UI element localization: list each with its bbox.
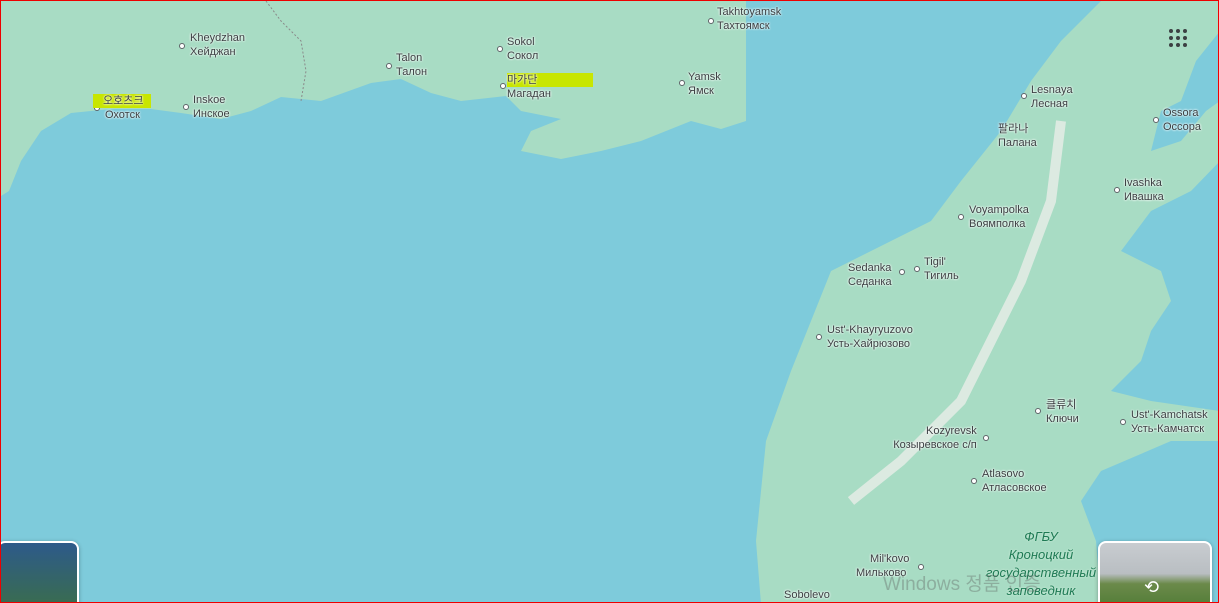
place-yamsk[interactable]: Yamsk Ямск [688, 70, 721, 98]
place-dot [914, 266, 920, 272]
place-dot [958, 214, 964, 220]
place-dot [1021, 93, 1027, 99]
place-tigil[interactable]: Tigil' Тигиль [924, 255, 959, 283]
place-okhotsk[interactable]: 오호츠크 Охотск [93, 94, 152, 122]
place-lesnaya[interactable]: Lesnaya Лесная [1031, 83, 1073, 111]
place-dot [497, 46, 503, 52]
place-dot [899, 269, 905, 275]
place-dot [1035, 408, 1041, 414]
place-sokol[interactable]: Sokol Сокол [507, 35, 538, 63]
place-ivashka[interactable]: Ivashka Ивашка [1124, 176, 1164, 204]
place-sedanka[interactable]: Sedanka Седанка [848, 261, 892, 289]
place-ust-khayryuzovo[interactable]: Ust'-Khayryuzovo Усть-Хайрюзово [827, 323, 913, 351]
place-dot [1153, 117, 1159, 123]
satellite-layer-thumbnail[interactable] [1, 541, 79, 602]
place-dot [500, 83, 506, 89]
place-voyampolka[interactable]: Voyampolka Воямполка [969, 203, 1029, 231]
place-ust-kamchatsk[interactable]: Ust'-Kamchatsk Усть-Камчатск [1131, 408, 1208, 436]
place-klyuchi[interactable]: 클류치 Ключи [1046, 398, 1079, 426]
place-dot [1120, 419, 1126, 425]
place-dot [679, 80, 685, 86]
place-palana[interactable]: 팔라나 Палана [998, 122, 1037, 150]
place-talon[interactable]: Talon Талон [396, 51, 427, 79]
place-takhtoyamsk[interactable]: Takhtoyamsk Тахтоямск [717, 5, 781, 33]
place-dot [983, 435, 989, 441]
place-atlasovo[interactable]: Atlasovo Атласовское [982, 467, 1047, 495]
place-kheydzhan[interactable]: Kheydzhan Хейджан [190, 31, 245, 59]
place-dot [971, 478, 977, 484]
place-inskoe[interactable]: Inskoe Инское [193, 93, 230, 121]
place-dot [1114, 187, 1120, 193]
place-sobolevo[interactable]: Sobolevo [784, 588, 830, 602]
place-kozyrevsk[interactable]: Kozyrevsk Козыревское с/п [883, 424, 977, 452]
place-ossora[interactable]: Ossora Оссора [1163, 106, 1201, 134]
place-dot [386, 63, 392, 69]
rotate-360-icon: ⟲ [1144, 577, 1160, 597]
place-dot [708, 18, 714, 24]
place-dot [179, 43, 185, 49]
place-dot [816, 334, 822, 340]
place-dot [183, 104, 189, 110]
map-canvas[interactable]: Takhtoyamsk Тахтоямск Kheydzhan Хейджан So… [0, 0, 1219, 603]
windows-activation-watermark: Windows 정품 인증 [883, 574, 1041, 595]
land-kamchatka [756, 1, 1218, 602]
place-magadan[interactable]: 마가단 Магадан [507, 73, 594, 101]
apps-grid-icon[interactable] [1167, 27, 1189, 49]
street-view-thumbnail[interactable]: ⟲ [1098, 541, 1212, 602]
